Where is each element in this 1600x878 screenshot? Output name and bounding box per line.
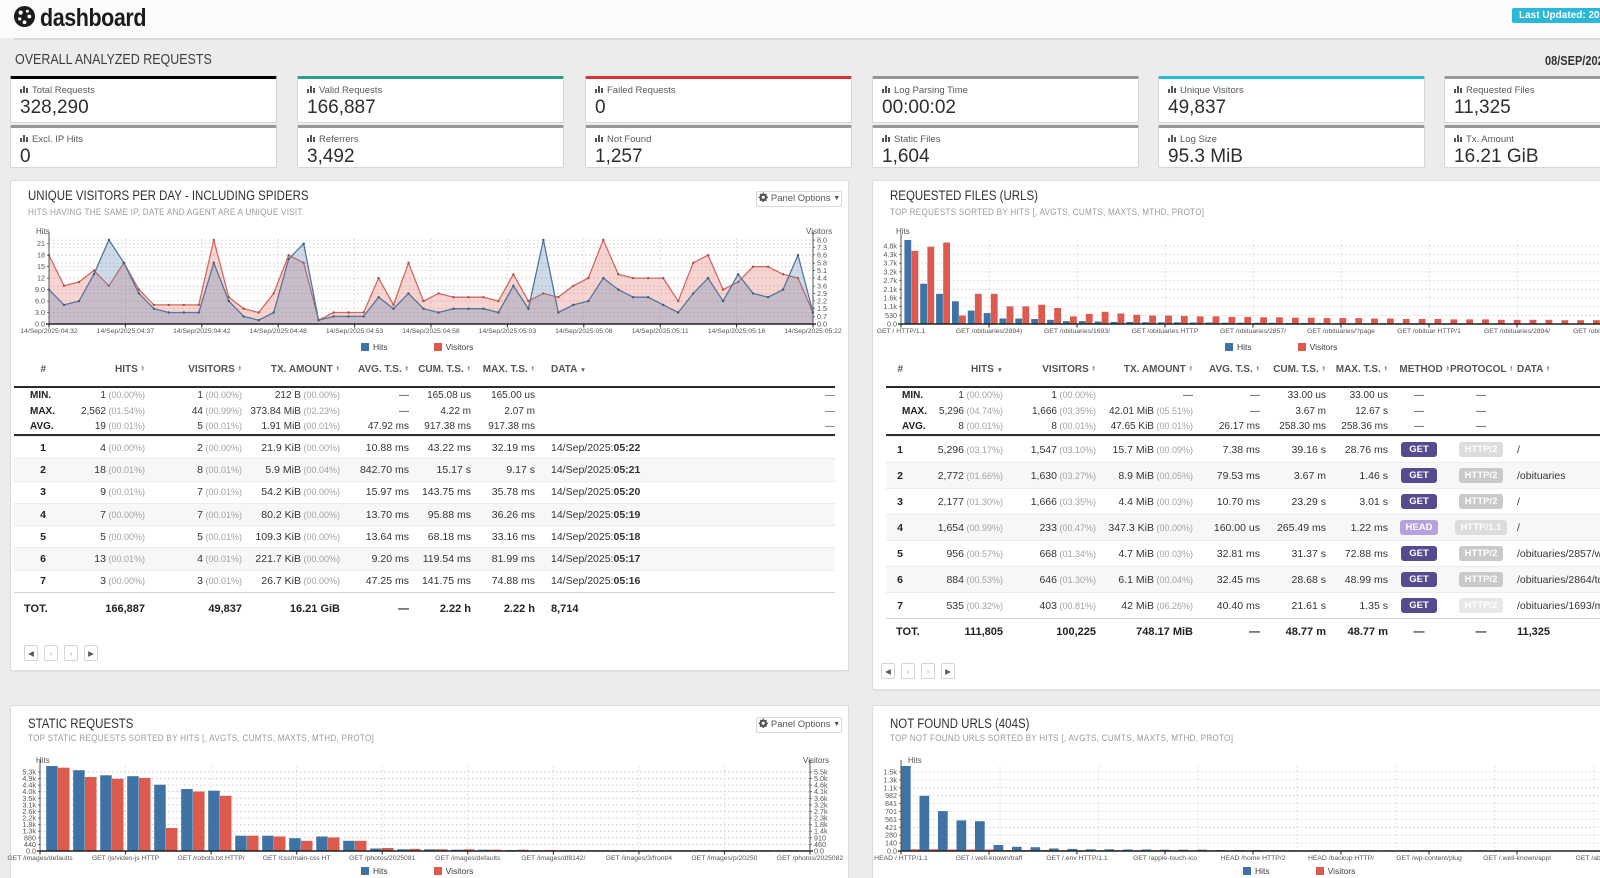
svg-text:982: 982	[885, 791, 897, 800]
svg-text:5.8: 5.8	[817, 259, 827, 268]
svg-text:9.0: 9.0	[35, 285, 45, 294]
svg-text:14/Sep/2025:04:37: 14/Sep/2025:04:37	[97, 328, 155, 335]
svg-text:15: 15	[37, 262, 45, 271]
svg-text:GET /images/p/20250: GET /images/p/20250	[691, 855, 757, 862]
svg-text:1.6k: 1.6k	[883, 294, 897, 303]
svg-text:GET /.env HTTP/1.1: GET /.env HTTP/1.1	[1046, 855, 1108, 862]
svg-text:GET /images/df8142/: GET /images/df8142/	[521, 855, 585, 862]
svg-text:HEAD /backup HTTP/: HEAD /backup HTTP/	[1308, 855, 1374, 862]
svg-text:14/Sep/2025:04:48: 14/Sep/2025:04:48	[249, 328, 307, 335]
svg-text:GET /.well-known/traff: GET /.well-known/traff	[956, 855, 1023, 862]
svg-text:0.7: 0.7	[817, 312, 827, 321]
svg-text:280: 280	[885, 831, 897, 840]
svg-text:GET /obituaries/?page: GET /obituaries/?page	[1307, 328, 1375, 335]
svg-text:14/Sep/2025:05:08: 14/Sep/2025:05:08	[555, 328, 613, 335]
svg-text:3.6: 3.6	[817, 282, 827, 291]
svg-text:GET /.well-known/appl: GET /.well-known/appl	[1483, 855, 1551, 862]
svg-text:2.1k: 2.1k	[883, 285, 897, 294]
svg-text:GET /obituaries/2894/: GET /obituaries/2894/	[1484, 328, 1550, 335]
svg-text:GET /images/3/front/4: GET /images/3/front/4	[606, 855, 673, 862]
svg-text:GET /obituaries/2894): GET /obituaries/2894)	[956, 328, 1022, 335]
svg-text:14/Sep/2025:04:53: 14/Sep/2025:04:53	[326, 328, 384, 335]
svg-text:14/Sep/2025:04:42: 14/Sep/2025:04:42	[173, 328, 231, 335]
svg-text:GET /images/defaults: GET /images/defaults	[435, 855, 501, 862]
svg-text:3.7k: 3.7k	[883, 259, 897, 268]
svg-text:GET /obituaries/2857/: GET /obituaries/2857/	[1220, 328, 1286, 335]
svg-text:701: 701	[885, 807, 897, 816]
svg-text:421: 421	[885, 823, 897, 832]
svg-text:1.3k: 1.3k	[883, 775, 897, 784]
svg-text:3.0: 3.0	[35, 308, 45, 317]
svg-text:GET /apple-touch-ico: GET /apple-touch-ico	[1133, 855, 1197, 862]
svg-text:5.5k: 5.5k	[814, 768, 828, 777]
svg-text:4.8k: 4.8k	[883, 241, 897, 250]
svg-text:GET /about.php HT: GET /about.php HT	[1576, 855, 1600, 862]
svg-text:140: 140	[885, 839, 897, 848]
svg-text:GET /css/main-css HT: GET /css/main-css HT	[263, 855, 331, 862]
svg-text:1.1k: 1.1k	[883, 783, 897, 792]
svg-text:GET /js/video-js HTTP: GET /js/video-js HTTP	[92, 855, 160, 862]
svg-text:GET /wp-content/plug: GET /wp-content/plug	[1396, 855, 1462, 862]
svg-text:HEAD / HTTP/1.1: HEAD / HTTP/1.1	[874, 855, 928, 862]
svg-text:14/Sep/2025:05:16: 14/Sep/2025:05:16	[708, 328, 766, 335]
svg-text:GET /robots.txt HTTP/: GET /robots.txt HTTP/	[178, 855, 245, 862]
svg-text:4.3k: 4.3k	[883, 250, 897, 259]
svg-text:GET /images/defaults: GET /images/defaults	[7, 855, 73, 862]
svg-text:6.0: 6.0	[35, 297, 45, 306]
svg-text:21: 21	[37, 239, 45, 248]
svg-text:5.3k: 5.3k	[22, 768, 36, 777]
svg-text:841: 841	[885, 799, 897, 808]
svg-text:14/Sep/2025:04:32: 14/Sep/2025:04:32	[20, 328, 78, 335]
svg-text:14/Sep/2025:04:58: 14/Sep/2025:04:58	[402, 328, 460, 335]
svg-text:2.7k: 2.7k	[883, 276, 897, 285]
svg-text:GET /photos/2025082: GET /photos/2025082	[777, 855, 844, 862]
svg-text:GET /obituaries/2894: GET /obituaries/2894	[1573, 328, 1600, 335]
svg-text:HEAD /home HTTP/2: HEAD /home HTTP/2	[1221, 855, 1286, 862]
svg-text:561: 561	[885, 815, 897, 824]
svg-text:1.1k: 1.1k	[883, 302, 897, 311]
svg-text:12: 12	[37, 274, 45, 283]
svg-text:18: 18	[37, 251, 45, 260]
svg-text:GET /obituaries HTTP: GET /obituaries HTTP	[1132, 328, 1199, 335]
svg-text:GET /photos/2025081: GET /photos/2025081	[349, 855, 416, 862]
svg-text:GET /obituar HTTP/1: GET /obituar HTTP/1	[1397, 328, 1461, 335]
svg-text:GET / HTTP/1.1: GET / HTTP/1.1	[877, 328, 926, 335]
svg-text:1.5k: 1.5k	[883, 768, 897, 777]
svg-text:8.0: 8.0	[817, 236, 827, 245]
svg-text:530: 530	[885, 311, 897, 320]
svg-text:3.2k: 3.2k	[883, 267, 897, 276]
svg-text:GET /obituaries/1693/: GET /obituaries/1693/	[1044, 328, 1110, 335]
svg-text:14/Sep/2025:05:03: 14/Sep/2025:05:03	[479, 328, 537, 335]
svg-text:14/Sep/2025:05:11: 14/Sep/2025:05:11	[632, 328, 689, 335]
svg-text:14/Sep/2025:05:22: 14/Sep/2025:05:22	[784, 328, 842, 335]
